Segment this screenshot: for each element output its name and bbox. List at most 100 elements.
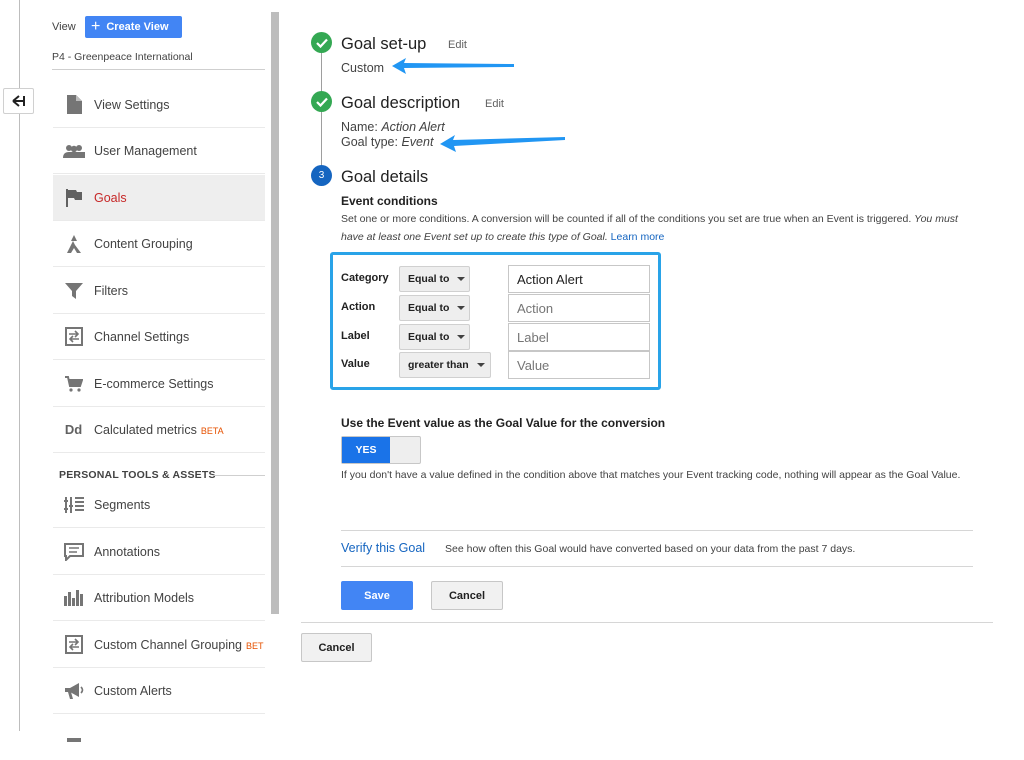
goal-value-note: If you don't have a value defined in the… — [341, 469, 961, 481]
sidebar-item-segments[interactable]: Segments — [53, 482, 265, 528]
goal-setup-title: Goal set-up — [341, 35, 427, 53]
outer-cancel-button[interactable]: Cancel — [301, 633, 372, 662]
sidebar-item-annotations[interactable]: Annotations — [53, 529, 265, 575]
check-circle-icon — [311, 91, 332, 112]
check-circle-icon — [311, 32, 332, 53]
value-value-input[interactable]: Value — [508, 351, 650, 379]
sidebar-item-label: Attribution Models — [94, 590, 195, 605]
sidebar-item-label: Calculated metrics — [94, 422, 197, 437]
beta-badge: BET — [246, 640, 264, 651]
create-view-label: Create View — [106, 21, 169, 33]
filter-icon — [53, 282, 94, 299]
save-button[interactable]: Save — [341, 581, 413, 610]
bar-chart-icon — [53, 589, 94, 606]
goal-type-line: Goal type: Event — [341, 135, 433, 149]
dropdown-caret-icon — [457, 277, 466, 281]
sidebar-item-custom-channel-grouping[interactable]: Custom Channel Grouping BET — [53, 622, 265, 668]
condition-label-label: Label — [341, 330, 370, 342]
toggle-on-label: YES — [342, 437, 390, 463]
step-connector — [321, 52, 322, 177]
sidebar-item-label: Content Grouping — [94, 236, 193, 251]
annotation-icon — [53, 542, 94, 561]
verify-divider-top — [341, 530, 973, 531]
sidebar-item-label: Segments — [94, 497, 151, 512]
sidebar-item-filters[interactable]: Filters — [53, 268, 265, 314]
create-view-button[interactable]: + Create View — [85, 16, 182, 38]
flag-icon — [53, 188, 94, 207]
goal-type-label: Goal type: — [341, 135, 398, 149]
sidebar-item-label: User Management — [94, 143, 197, 158]
footer-divider — [301, 622, 993, 623]
sidebar-item-partial[interactable] — [53, 714, 265, 760]
value-operator-select[interactable]: greater than — [399, 352, 491, 378]
goal-details-title: Goal details — [341, 168, 429, 186]
sidebar-item-content-grouping[interactable]: Content Grouping — [53, 221, 265, 267]
goal-description-title: Goal description — [341, 94, 461, 112]
cancel-button[interactable]: Cancel — [431, 581, 503, 610]
sidebar-scrollbar[interactable] — [271, 12, 279, 614]
sidebar-item-channel-settings[interactable]: Channel Settings — [53, 314, 265, 360]
sidebar-item-calculated-metrics[interactable]: Dd Calculated metrics BETA — [53, 407, 265, 453]
view-label: View — [52, 21, 76, 33]
dropdown-caret-icon — [457, 335, 466, 339]
action-value-input[interactable]: Action — [508, 294, 650, 322]
sidebar-item-custom-alerts[interactable]: Custom Alerts — [53, 668, 265, 714]
sidebar-item-view-settings[interactable]: View Settings — [53, 82, 265, 128]
channel-icon — [53, 327, 94, 346]
step-number-badge: 3 — [311, 165, 332, 186]
verify-divider-bottom — [341, 566, 973, 567]
account-divider — [52, 69, 265, 70]
grouping-icon — [53, 234, 94, 253]
label-operator-select[interactable]: Equal to — [399, 324, 470, 350]
sidebar-item-user-management[interactable]: User Management — [53, 128, 265, 174]
partial-icon — [53, 732, 94, 742]
operator-value: Equal to — [408, 273, 450, 285]
conditions-description-text: Set one or more conditions. A conversion… — [341, 213, 912, 225]
segments-icon — [53, 496, 94, 514]
category-operator-select[interactable]: Equal to — [399, 266, 470, 292]
condition-label-action: Action — [341, 301, 376, 313]
condition-label-category: Category — [341, 272, 389, 284]
category-value-input[interactable]: Action Alert — [508, 265, 650, 293]
goal-name-value: Action Alert — [381, 120, 445, 134]
verify-goal-note: See how often this Goal would have conve… — [445, 543, 856, 555]
operator-value: greater than — [408, 359, 469, 371]
event-conditions-heading: Event conditions — [341, 194, 438, 208]
sidebar-item-label: Filters — [94, 283, 129, 298]
sidebar-item-goals[interactable]: Goals — [53, 175, 265, 221]
goal-name-line: Name: Action Alert — [341, 120, 445, 134]
goal-setup-edit-link[interactable]: Edit — [448, 39, 467, 51]
sidebar-item-label: Goals — [94, 190, 127, 205]
sidebar-item-label: Channel Settings — [94, 329, 190, 344]
verify-goal-link[interactable]: Verify this Goal — [341, 541, 425, 555]
dd-icon-text: Dd — [64, 422, 83, 437]
sidebar-item-label: Annotations — [94, 544, 161, 559]
sidebar-item-attribution-models[interactable]: Attribution Models — [53, 575, 265, 621]
channel-icon — [53, 635, 94, 654]
document-icon — [53, 95, 94, 114]
goal-value-toggle[interactable]: YES — [341, 436, 421, 464]
label-value-input[interactable]: Label — [508, 323, 650, 351]
goal-value-heading: Use the Event value as the Goal Value fo… — [341, 416, 666, 430]
goal-description-edit-link[interactable]: Edit — [485, 98, 504, 110]
dropdown-caret-icon — [457, 306, 466, 310]
back-button[interactable] — [3, 88, 34, 114]
sidebar-item-label: E-commerce Settings — [94, 376, 214, 391]
section-title: PERSONAL TOOLS & ASSETS — [59, 469, 216, 481]
action-operator-select[interactable]: Equal to — [399, 295, 470, 321]
dropdown-caret-icon — [476, 363, 485, 367]
operator-value: Equal to — [408, 302, 450, 314]
dd-icon: Dd — [53, 422, 94, 437]
sidebar-item-label: Custom Channel Grouping — [94, 637, 242, 652]
back-arrow-icon — [11, 95, 25, 107]
sidebar-item-label: Custom Alerts — [94, 683, 172, 698]
plus-icon: + — [91, 18, 101, 35]
learn-more-link[interactable]: Learn more — [611, 231, 665, 243]
goal-setup-value: Custom — [341, 61, 385, 75]
sidebar-item-ecommerce-settings[interactable]: E-commerce Settings — [53, 361, 265, 407]
condition-label-value: Value — [341, 358, 370, 370]
section-divider — [213, 475, 265, 476]
goal-name-label: Name: — [341, 120, 378, 134]
account-name: P4 - Greenpeace International — [52, 51, 193, 63]
operator-value: Equal to — [408, 331, 450, 343]
